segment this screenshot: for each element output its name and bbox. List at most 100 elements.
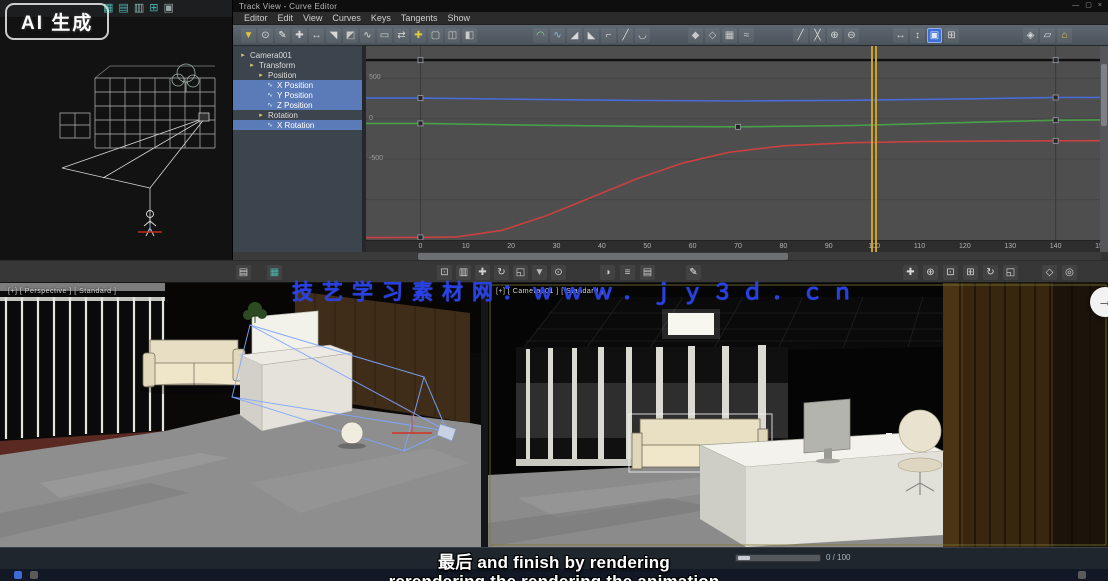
zoom-region-icon[interactable]: ⊞: [944, 28, 959, 43]
track-item-y-position[interactable]: ∿Y Position: [233, 90, 362, 100]
filter-icon[interactable]: ▼: [241, 28, 256, 43]
timeline-tick: 110: [911, 243, 929, 250]
simplify-curve-icon[interactable]: ∿: [360, 28, 375, 43]
layers-icon[interactable]: ▣: [163, 1, 173, 16]
window-button-0[interactable]: —: [1072, 1, 1079, 11]
track-icon: ∿: [265, 91, 275, 99]
buffer-curves-icon[interactable]: ▱: [1040, 28, 1055, 43]
time-slider-marker[interactable]: [871, 46, 877, 252]
lock-selection-icon[interactable]: ⊙: [258, 28, 273, 43]
curve-editor-titlebar[interactable]: Track View - Curve Editor —▢×: [233, 0, 1108, 12]
viewcube-icon[interactable]: ◇: [1042, 265, 1057, 280]
menu-curves[interactable]: Curves: [327, 12, 366, 24]
track-item-rotation[interactable]: ▸Rotation: [233, 110, 362, 120]
graph-area[interactable]: 5000-500 0102030405060708090100110120130…: [366, 46, 1101, 252]
show-tangents-icon[interactable]: ╱: [793, 28, 808, 43]
frame-horizontal-extents-icon[interactable]: ↔: [893, 28, 908, 43]
frame-value-extents-icon[interactable]: ↕: [910, 28, 925, 43]
track-label: Position: [266, 71, 296, 80]
tangent-fast-icon[interactable]: ◢: [567, 28, 582, 43]
tangent-step-icon[interactable]: ⌐: [601, 28, 616, 43]
timeline-tick: 30: [548, 243, 566, 250]
menu-show[interactable]: Show: [442, 12, 475, 24]
window-button-2[interactable]: ×: [1098, 1, 1102, 11]
param-curves-icon[interactable]: ≈: [739, 28, 754, 43]
tangent-smooth-icon[interactable]: ◡: [635, 28, 650, 43]
tangent-spline-icon[interactable]: ∿: [550, 28, 565, 43]
menu-tangents[interactable]: Tangents: [396, 12, 443, 24]
schematic-view-icon[interactable]: ▦: [267, 265, 282, 280]
menu-view[interactable]: View: [298, 12, 327, 24]
toolbar-group: ✚ ⊕ ⊡ ⊞ ↻ ◱: [903, 265, 1018, 280]
menu-keys[interactable]: Keys: [366, 12, 396, 24]
tangent-slow-icon[interactable]: ◣: [584, 28, 599, 43]
zoom-graph-icon[interactable]: ⊖: [844, 28, 859, 43]
scrollbar-thumb[interactable]: [418, 253, 788, 260]
track-item-transform[interactable]: ▸Transform: [233, 60, 362, 70]
snap-toggle-icon[interactable]: ▥: [134, 1, 144, 16]
insert-time-icon[interactable]: ◧: [462, 28, 477, 43]
curve-editor-toolbar: ▼⊙✎✚↔◥◩∿▭⇄✚▢◫◧◠∿◢◣⌐╱◡◆◇▦≈╱╳⊕⊖↔↕▣⊞◈▱⌂: [233, 25, 1108, 46]
retime-icon[interactable]: ▭: [377, 28, 392, 43]
scrollbar-thumb[interactable]: [1101, 64, 1107, 126]
track-item-x-position[interactable]: ∿X Position: [233, 80, 362, 90]
pan-graph-icon[interactable]: ⊕: [827, 28, 842, 43]
maximize-viewport-icon[interactable]: ◱: [1003, 265, 1018, 280]
viewport-perspective[interactable]: [+] [ Perspective ] [ Standard ]: [0, 283, 481, 547]
menu-editor[interactable]: Editor: [239, 12, 273, 24]
x-position-key: [1053, 95, 1058, 100]
isolate-curve-icon[interactable]: ▣: [927, 28, 942, 43]
window-button-1[interactable]: ▢: [1085, 1, 1092, 11]
key-properties-icon[interactable]: ◈: [1023, 28, 1038, 43]
tangent-auto-icon[interactable]: ◠: [533, 28, 548, 43]
timeline-tick: 40: [593, 243, 611, 250]
scale-keys-icon[interactable]: ◥: [326, 28, 341, 43]
timeline-tick: 50: [638, 243, 656, 250]
orbit-icon[interactable]: ↻: [983, 265, 998, 280]
viewport-label[interactable]: [+] [ Perspective ] [ Standard ]: [8, 288, 116, 295]
select-time-icon[interactable]: ◫: [445, 28, 460, 43]
toolbar-group: ╱╳⊕⊖: [793, 28, 859, 43]
group-icon: ▸: [256, 111, 266, 119]
draw-curves-icon[interactable]: ✎: [275, 28, 290, 43]
zoom-extents-icon[interactable]: ⊡: [943, 265, 958, 280]
scale-values-icon[interactable]: ◩: [343, 28, 358, 43]
key-entry-icon[interactable]: ⌂: [1057, 28, 1072, 43]
track-item-camera001[interactable]: ▸Camera001: [233, 50, 362, 60]
timeline-tick: 60: [684, 243, 702, 250]
limit-key: [418, 58, 423, 63]
curve-editor-window: Track View - Curve Editor —▢× EditorEdit…: [232, 0, 1108, 261]
show-all-tangents-icon[interactable]: ╳: [810, 28, 825, 43]
time-ruler[interactable]: 0102030405060708090100110120130140150: [366, 240, 1101, 252]
viewport-camera[interactable]: [+] [ Camera001 ] [ Standard ]: [488, 283, 1108, 547]
region-keys-icon[interactable]: ▢: [428, 28, 443, 43]
menu-edit[interactable]: Edit: [273, 12, 299, 24]
track-icon: ∿: [265, 101, 275, 109]
zoom-region-icon[interactable]: ⊞: [963, 265, 978, 280]
subtitle-line2: rerendering the rendering the animation: [0, 572, 1108, 581]
track-item-z-position[interactable]: ∿Z Position: [233, 100, 362, 110]
track-item-x-rotation[interactable]: ∿X Rotation: [233, 120, 362, 130]
viewport-wireframe[interactable]: [0, 18, 232, 260]
zoom-icon[interactable]: ⊕: [923, 265, 938, 280]
timeline-tick: 20: [502, 243, 520, 250]
steering-wheel-icon[interactable]: ◎: [1062, 265, 1077, 280]
show-keyable-icon[interactable]: ◆: [688, 28, 703, 43]
grid-display-icon[interactable]: ▤: [118, 1, 128, 16]
display-panel-icon[interactable]: ⊞: [149, 1, 158, 16]
add-keys-icon[interactable]: ✚: [411, 28, 426, 43]
track-item-position[interactable]: ▸Position: [233, 70, 362, 80]
window-buttons: — ▢ ×: [1072, 1, 1102, 11]
curve-canvas[interactable]: [366, 46, 1101, 240]
tangent-linear-icon[interactable]: ╱: [618, 28, 633, 43]
open-curve-editor-icon[interactable]: ▤: [236, 265, 251, 280]
track-label: X Position: [275, 81, 313, 90]
move-keys-icon[interactable]: ✚: [292, 28, 307, 43]
pan-view-icon[interactable]: ✚: [903, 265, 918, 280]
toolbar-group: ◇◎: [1042, 265, 1077, 280]
vertical-scrollbar[interactable]: [1100, 46, 1108, 252]
lock-tangents-icon[interactable]: ◇: [705, 28, 720, 43]
snap-frames-icon[interactable]: ▦: [722, 28, 737, 43]
slide-keys-icon[interactable]: ↔: [309, 28, 324, 43]
offset-keys-icon[interactable]: ⇄: [394, 28, 409, 43]
